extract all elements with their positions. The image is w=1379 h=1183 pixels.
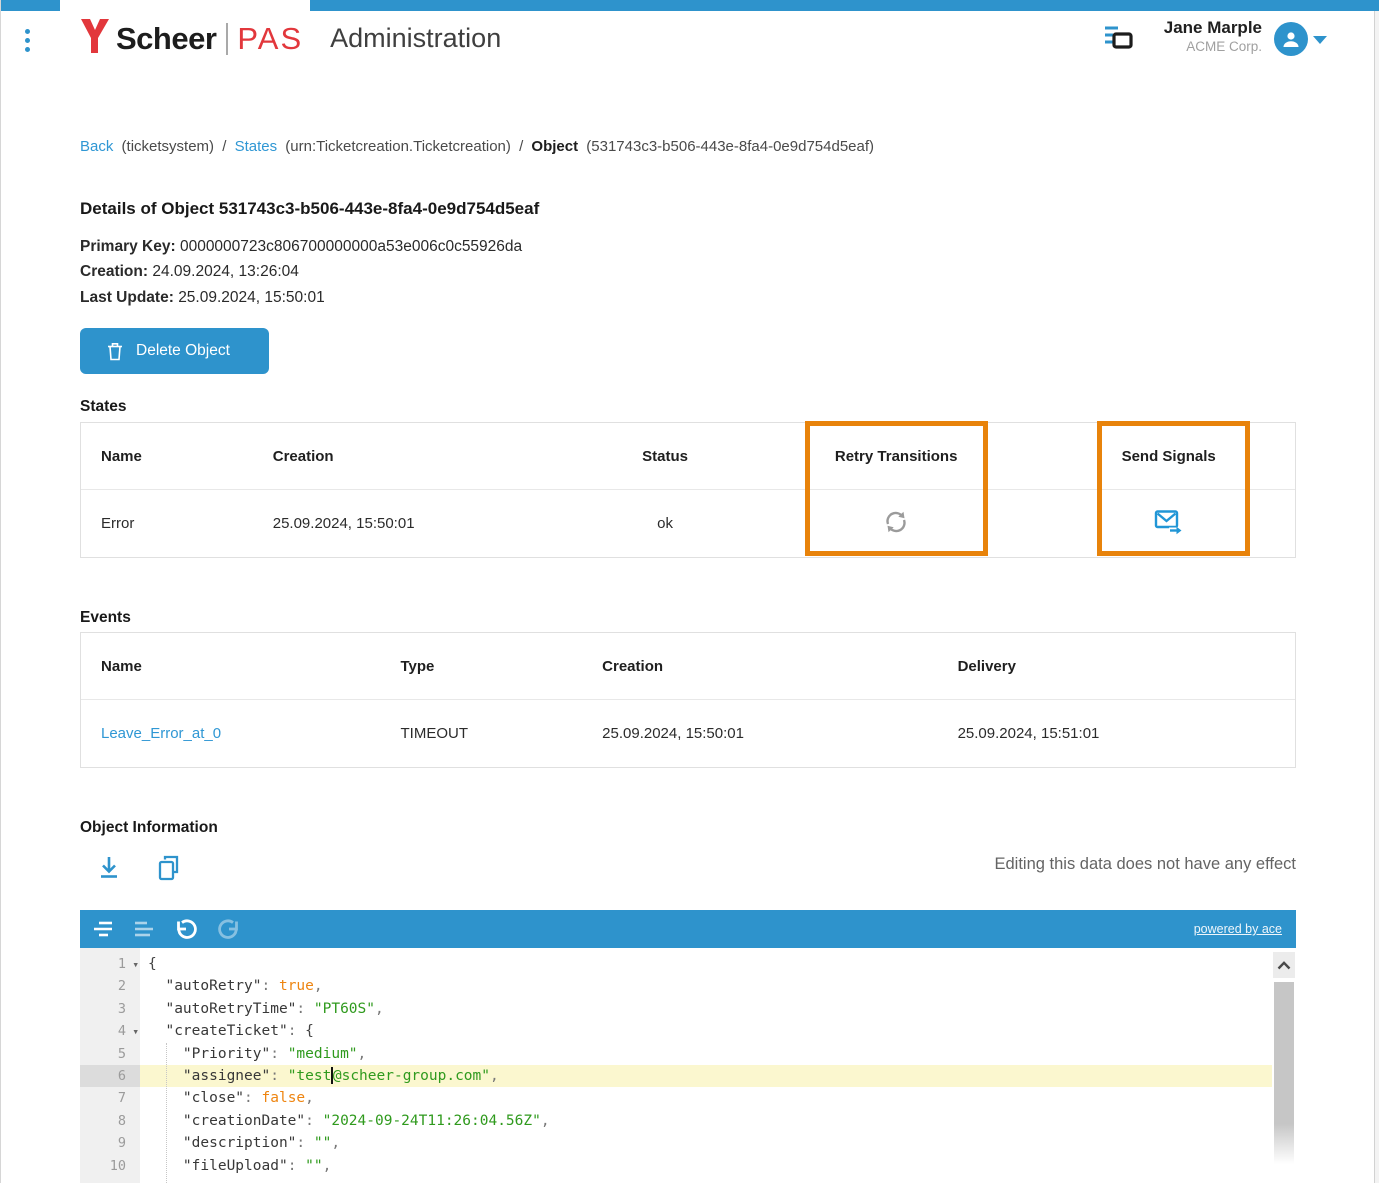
brand-separator <box>226 23 228 55</box>
breadcrumb-states-link[interactable]: States <box>235 138 278 155</box>
breadcrumb-object-context: (531743c3-b506-443e-8fa4-0e9d754d5eaf) <box>586 138 874 155</box>
breadcrumb-object: Object <box>531 138 578 155</box>
last-update-label: Last Update: <box>80 289 174 306</box>
event-type: TIMEOUT <box>381 725 583 742</box>
delete-object-button[interactable]: Delete Object <box>80 328 269 374</box>
edit-note: Editing this data does not have any effe… <box>80 855 1296 874</box>
page: Scheer PAS Administration Jane Marple AC… <box>0 0 1379 1183</box>
indent-guide <box>166 1043 167 1183</box>
left-edge <box>0 0 1 1183</box>
page-title: Administration <box>330 23 501 54</box>
brand-logo: Scheer PAS Administration <box>80 19 501 58</box>
states-heading: States <box>80 398 127 416</box>
top-strip <box>0 0 1379 11</box>
scroll-up-icon[interactable] <box>1273 952 1295 978</box>
object-meta: Primary Key: 0000000723c806700000000a53e… <box>80 234 522 310</box>
send-signal-button[interactable] <box>1152 507 1186 540</box>
editor-lines: 1▾{2 "autoRetry": true,3 "autoRetryTime"… <box>80 953 1296 1177</box>
event-delivery: 25.09.2024, 15:51:01 <box>938 725 1295 742</box>
retry-transitions-button[interactable] <box>880 506 912 541</box>
chevron-down-icon[interactable] <box>1313 36 1327 44</box>
breadcrumb-separator: / <box>222 138 226 155</box>
events-header-row: Name Type Creation Delivery <box>81 633 1295 700</box>
editor-line-8[interactable]: 8 "creationDate": "2024-09-24T11:26:04.5… <box>80 1110 1296 1132</box>
user-org: ACME Corp. <box>1110 38 1262 55</box>
events-table: Name Type Creation Delivery Leave_Error_… <box>80 632 1296 768</box>
state-name: Error <box>81 515 253 532</box>
delete-object-label: Delete Object <box>136 342 230 360</box>
user-menu[interactable]: Jane Marple ACME Corp. <box>1110 18 1262 55</box>
send-signal-icon <box>1154 509 1184 535</box>
user-name: Jane Marple <box>1110 18 1262 38</box>
states-col-name: Name <box>81 448 253 465</box>
brand-scheer: Scheer <box>116 21 216 57</box>
breadcrumb-back-link[interactable]: Back <box>80 138 113 155</box>
editor-line-1[interactable]: 1▾{ <box>80 953 1296 975</box>
redo-icon[interactable] <box>217 916 241 942</box>
editor-line-6[interactable]: 6 "assignee": "test@scheer-group.com", <box>80 1065 1296 1087</box>
events-col-type: Type <box>381 658 583 675</box>
editor-line-2[interactable]: 2 "autoRetry": true, <box>80 975 1296 997</box>
retry-transitions-icon <box>882 508 910 536</box>
primary-key-label: Primary Key: <box>80 238 176 255</box>
states-table: Name Creation Status Retry Transitions S… <box>80 422 1296 558</box>
brand-pas: PAS <box>237 21 303 57</box>
breadcrumb-separator: / <box>519 138 523 155</box>
breadcrumb-states-context: (urn:Ticketcreation.Ticketcreation) <box>285 138 511 155</box>
states-col-signals: Send Signals <box>1042 448 1295 465</box>
trash-icon <box>107 342 123 361</box>
fold-icon: ▾ <box>132 1021 139 1043</box>
states-col-creation: Creation <box>253 448 580 465</box>
page-scrollbar[interactable] <box>1374 11 1379 1183</box>
events-heading: Events <box>80 609 131 627</box>
creation-label: Creation: <box>80 263 148 280</box>
events-col-creation: Creation <box>582 658 937 675</box>
breadcrumb: Back (ticketsystem) / States (urn:Ticket… <box>80 138 878 155</box>
fold-icon: ▾ <box>132 954 139 976</box>
primary-key-value: 0000000723c806700000000a53e006c0c55926da <box>180 238 522 255</box>
event-creation: 25.09.2024, 15:50:01 <box>582 725 937 742</box>
powered-by-ace-link[interactable]: powered by ace <box>1194 922 1282 936</box>
states-col-retry: Retry Transitions <box>750 448 1043 465</box>
editor-line-5[interactable]: 5 "Priority": "medium", <box>80 1043 1296 1065</box>
align-left-icon[interactable] <box>133 916 155 942</box>
editor-line-4[interactable]: 4▾ "createTicket": { <box>80 1020 1296 1042</box>
json-editor: powered by ace 1▾{2 "autoRetry": true,3 … <box>80 910 1296 1183</box>
kebab-menu-icon[interactable] <box>21 29 33 55</box>
state-creation: 25.09.2024, 15:50:01 <box>253 515 580 532</box>
states-header-row: Name Creation Status Retry Transitions S… <box>81 423 1295 490</box>
states-col-status: Status <box>580 448 750 465</box>
avatar[interactable] <box>1274 22 1308 56</box>
editor-toolbar: powered by ace <box>80 910 1296 948</box>
scrollbar-thumb[interactable] <box>1274 982 1294 1164</box>
editor-scrollbar[interactable] <box>1272 948 1296 1183</box>
editor-body[interactable]: 1▾{2 "autoRetry": true,3 "autoRetryTime"… <box>80 948 1296 1183</box>
editor-line-10[interactable]: 10 "fileUpload": "", <box>80 1155 1296 1177</box>
states-row: Error 25.09.2024, 15:50:01 ok <box>81 490 1295 557</box>
scheer-logo-mark <box>80 19 110 58</box>
creation-value: 24.09.2024, 13:26:04 <box>152 263 299 280</box>
events-col-delivery: Delivery <box>938 658 1295 675</box>
editor-line-3[interactable]: 3 "autoRetryTime": "PT60S", <box>80 998 1296 1020</box>
events-col-name: Name <box>81 658 381 675</box>
event-name-link[interactable]: Leave_Error_at_0 <box>81 725 381 742</box>
indent-icon[interactable] <box>92 916 114 942</box>
details-heading: Details of Object 531743c3-b506-443e-8fa… <box>80 199 539 219</box>
events-row: Leave_Error_at_0 TIMEOUT 25.09.2024, 15:… <box>81 700 1295 767</box>
object-info-heading: Object Information <box>80 819 218 837</box>
undo-icon[interactable] <box>174 916 198 942</box>
state-status: ok <box>580 515 750 532</box>
last-update-value: 25.09.2024, 15:50:01 <box>178 289 325 306</box>
breadcrumb-back-context: (ticketsystem) <box>122 138 215 155</box>
top-strip-notch <box>60 0 310 11</box>
editor-line-7[interactable]: 7 "close": false, <box>80 1087 1296 1109</box>
person-icon <box>1280 28 1302 50</box>
editor-line-9[interactable]: 9 "description": "", <box>80 1132 1296 1154</box>
